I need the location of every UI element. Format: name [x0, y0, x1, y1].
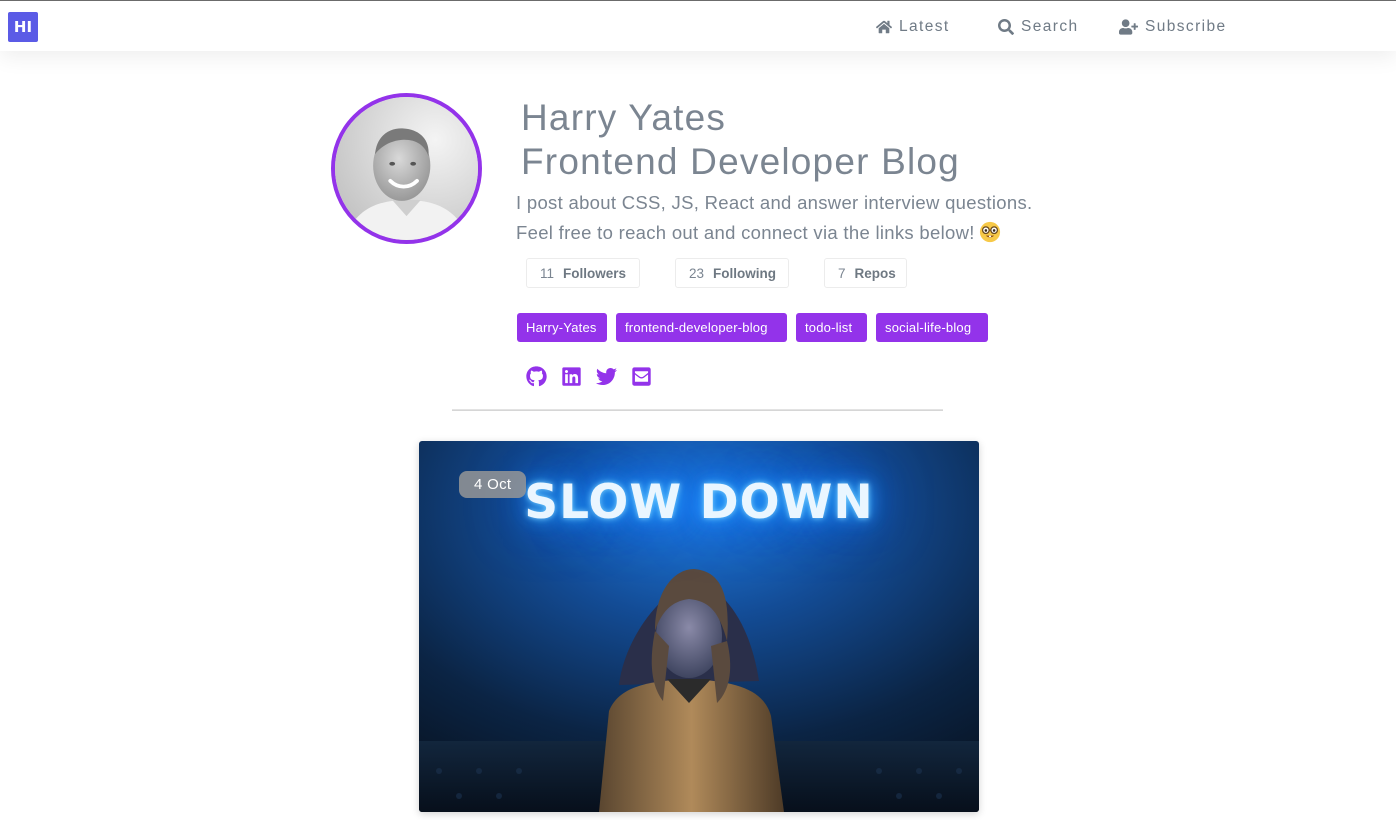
- followers-count: 11: [540, 265, 555, 281]
- twitter-link[interactable]: [596, 366, 617, 387]
- nav-latest[interactable]: Latest: [876, 18, 950, 36]
- tag-frontend-developer-blog[interactable]: frontend-developer-blog: [616, 313, 787, 342]
- tag-social-life-blog[interactable]: social-life-blog: [876, 313, 988, 342]
- nerd-face-emoji-icon: [979, 221, 1000, 243]
- avatar-photo: [335, 97, 478, 240]
- blog-title: Frontend Developer Blog: [521, 141, 960, 182]
- bio-line-2-wrap: Feel free to reach out and connect via t…: [516, 218, 1032, 248]
- linkedin-icon: [562, 367, 581, 386]
- nav-subscribe[interactable]: Subscribe: [1119, 18, 1227, 36]
- stat-followers[interactable]: 11 Followers: [526, 258, 640, 288]
- author-name: Harry Yates: [521, 97, 727, 138]
- stat-following[interactable]: 23 Following: [675, 258, 789, 288]
- bio-line-2: Feel free to reach out and connect via t…: [516, 222, 975, 243]
- site-logo[interactable]: HI: [8, 12, 38, 42]
- github-icon: [526, 366, 547, 387]
- github-link[interactable]: [526, 366, 547, 387]
- twitter-icon: [596, 367, 617, 386]
- profile-avatar: [331, 93, 482, 244]
- followers-label: Followers: [563, 265, 627, 281]
- tag-todo-list[interactable]: todo-list: [796, 313, 867, 342]
- nav-latest-label: Latest: [899, 18, 950, 35]
- email-link[interactable]: [631, 366, 652, 387]
- repos-count: 7: [838, 265, 846, 281]
- profile-bio: I post about CSS, JS, React and answer i…: [516, 188, 1032, 248]
- linkedin-link[interactable]: [561, 366, 582, 387]
- following-label: Following: [713, 265, 777, 281]
- following-count: 23: [689, 265, 705, 281]
- stat-repos[interactable]: 7 Repos: [824, 258, 907, 288]
- post-date-badge: 4 Oct: [459, 471, 527, 498]
- email-icon: [632, 367, 651, 386]
- search-icon: [998, 19, 1014, 35]
- section-divider: [452, 409, 943, 411]
- nav-search-label: Search: [1021, 18, 1079, 35]
- nav-subscribe-label: Subscribe: [1145, 18, 1227, 35]
- home-icon: [876, 20, 892, 34]
- bio-line-1: I post about CSS, JS, React and answer i…: [516, 192, 1033, 213]
- nav-search[interactable]: Search: [998, 18, 1079, 36]
- tag-harry-yates[interactable]: Harry-Yates: [517, 313, 607, 342]
- page-title: Harry Yates Frontend Developer Blog: [521, 96, 960, 184]
- repos-label: Repos: [854, 265, 896, 281]
- user-plus-icon: [1119, 19, 1138, 35]
- post-card[interactable]: SLOW DOWN 4 Oct: [419, 441, 979, 812]
- top-navbar: HI Latest Search Subscribe: [0, 0, 1396, 51]
